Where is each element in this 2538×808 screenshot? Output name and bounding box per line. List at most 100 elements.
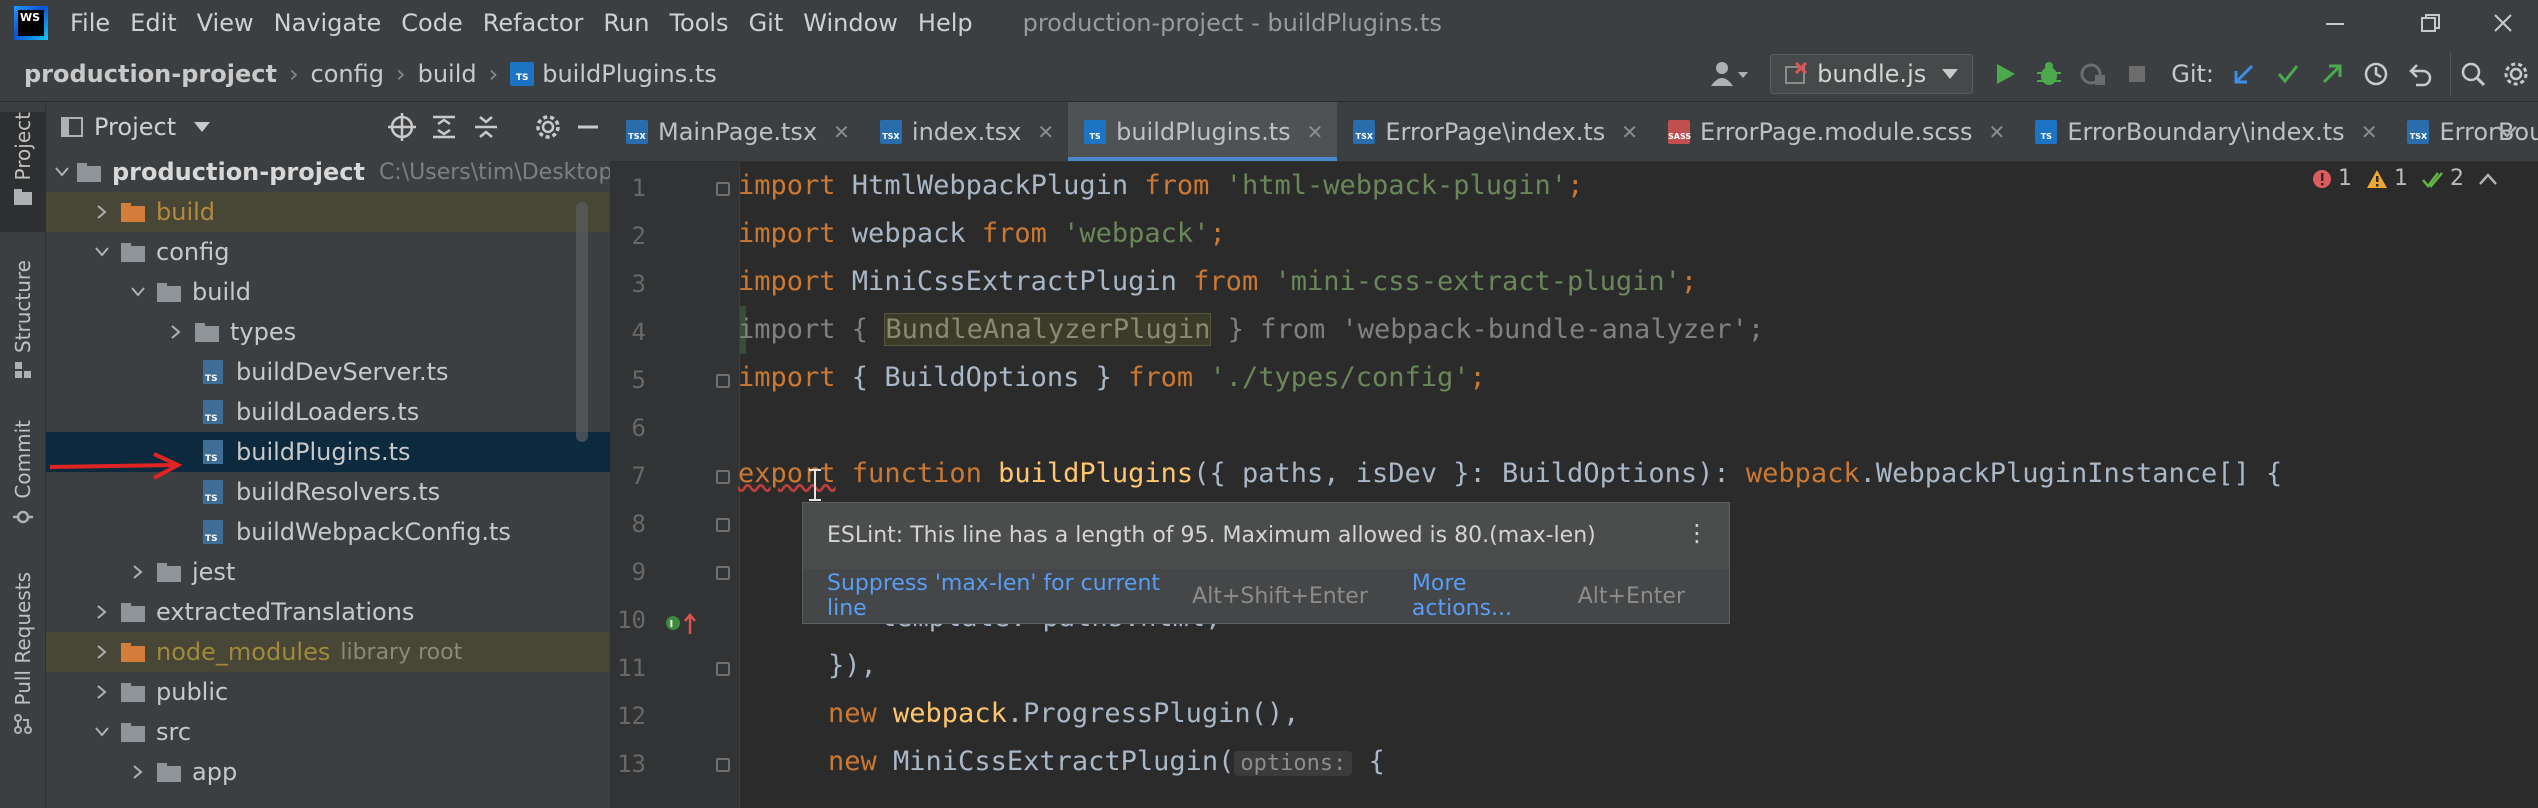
tree-item-types[interactable]: types: [46, 312, 610, 352]
tool-window-pull-requests[interactable]: Pull Requests: [0, 572, 46, 762]
fold-marker-icon[interactable]: [716, 518, 730, 532]
crosshair-icon[interactable]: [388, 113, 416, 141]
menu-help[interactable]: Help: [918, 9, 973, 37]
more-vertical-icon[interactable]: ⋮: [1685, 519, 1709, 547]
inspection-weak-warnings[interactable]: 2: [2422, 166, 2464, 191]
tree-item-node-modules[interactable]: node_modules library root: [46, 632, 610, 672]
expand-all-icon[interactable]: [430, 113, 458, 141]
tree-item-extracted-translations[interactable]: extractedTranslations: [46, 592, 610, 632]
menu-navigate[interactable]: Navigate: [274, 9, 382, 37]
tree-item-file[interactable]: TS buildLoaders.ts: [46, 392, 610, 432]
settings-button[interactable]: [2494, 52, 2538, 96]
tree-item-config-build[interactable]: build: [46, 272, 610, 312]
fold-marker-icon[interactable]: [716, 662, 730, 676]
breadcrumb-build[interactable]: build: [418, 60, 477, 88]
menu-edit[interactable]: Edit: [130, 9, 176, 37]
breadcrumb-file[interactable]: buildPlugins.ts: [542, 60, 717, 88]
tree-item-jest[interactable]: jest: [46, 552, 610, 592]
tabs-overflow-button[interactable]: [2496, 102, 2518, 162]
git-update-button[interactable]: [2222, 52, 2266, 96]
collapse-all-icon[interactable]: [472, 113, 500, 141]
fold-marker-icon[interactable]: [716, 566, 730, 580]
tool-window-commit[interactable]: Commit: [0, 420, 46, 540]
more-actions-link[interactable]: More actions...: [1412, 571, 1560, 621]
suppress-rule-link[interactable]: Suppress 'max-len' for current line: [827, 571, 1174, 621]
git-push-button[interactable]: [2310, 52, 2354, 96]
close-icon[interactable]: ✕: [1037, 120, 1054, 144]
fold-marker-icon[interactable]: [716, 758, 730, 772]
project-tree-scrollbar[interactable]: [576, 202, 588, 442]
implementation-marker-icon[interactable]: I: [664, 610, 698, 636]
run-button[interactable]: [1983, 52, 2027, 96]
tree-item-config[interactable]: config: [46, 232, 610, 272]
tree-item-src[interactable]: src: [46, 712, 610, 752]
inspection-warnings[interactable]: 1: [2366, 166, 2408, 191]
minimize-panel-icon[interactable]: [576, 115, 600, 139]
git-commit-button[interactable]: [2266, 52, 2310, 96]
inspection-errors[interactable]: 1: [2312, 166, 2352, 191]
maximize-button[interactable]: [2395, 0, 2465, 46]
tree-item-build-excluded[interactable]: build: [46, 192, 610, 232]
fold-marker-icon[interactable]: [716, 470, 730, 484]
menu-git[interactable]: Git: [749, 9, 784, 37]
tree-item-file[interactable]: TS buildDevServer.ts: [46, 352, 610, 392]
tool-window-project[interactable]: Project: [0, 112, 46, 232]
collapsed-arrow-icon[interactable]: [90, 600, 114, 624]
tab-build-plugins[interactable]: TS buildPlugins.ts ✕: [1068, 102, 1338, 161]
collapsed-arrow-icon[interactable]: [90, 640, 114, 664]
tab-error-page-scss[interactable]: SASS ErrorPage.module.scss ✕: [1652, 102, 2019, 161]
expanded-arrow-icon[interactable]: [54, 160, 70, 184]
expanded-arrow-icon[interactable]: [90, 240, 114, 264]
collapsed-arrow-icon[interactable]: [126, 560, 150, 584]
chevron-up-icon[interactable]: [2478, 172, 2498, 186]
search-everywhere-button[interactable]: [2450, 52, 2494, 96]
git-history-button[interactable]: [2354, 52, 2398, 96]
close-icon[interactable]: ✕: [2361, 120, 2378, 144]
collapsed-arrow-icon[interactable]: [126, 760, 150, 784]
close-icon[interactable]: ✕: [1621, 120, 1638, 144]
menu-refactor[interactable]: Refactor: [483, 9, 584, 37]
tree-item-label: build: [192, 278, 252, 306]
tree-item-file[interactable]: TS buildWebpackConfig.ts: [46, 512, 610, 552]
run-configuration-select[interactable]: bundle.js: [1770, 54, 1974, 94]
stop-button[interactable]: [2115, 52, 2159, 96]
debug-button[interactable]: [2027, 52, 2071, 96]
close-window-button[interactable]: [2468, 0, 2538, 46]
tab-index-tsx[interactable]: TSX index.tsx ✕: [864, 102, 1068, 161]
close-icon[interactable]: ✕: [1989, 120, 2006, 144]
tab-error-boundary-index[interactable]: TS ErrorBoundary\index.ts ✕: [2019, 102, 2391, 161]
menu-run[interactable]: Run: [603, 9, 649, 37]
menu-tools[interactable]: Tools: [669, 9, 728, 37]
close-icon[interactable]: ✕: [1307, 120, 1324, 144]
breadcrumb-config[interactable]: config: [311, 60, 384, 88]
git-rollback-button[interactable]: [2398, 52, 2442, 96]
expanded-arrow-icon[interactable]: [90, 720, 114, 744]
gear-icon[interactable]: [534, 113, 562, 141]
expanded-arrow-icon[interactable]: [126, 280, 150, 304]
fold-marker-icon[interactable]: [716, 182, 730, 196]
collapsed-arrow-icon[interactable]: [90, 680, 114, 704]
menu-view[interactable]: View: [197, 9, 254, 37]
menu-window[interactable]: Window: [803, 9, 898, 37]
collapsed-arrow-icon[interactable]: [90, 200, 114, 224]
fold-marker-icon[interactable]: [716, 374, 730, 388]
collapsed-arrow-icon[interactable]: [164, 320, 188, 344]
tree-item-project-root[interactable]: production-project C:\Users\tim\Desktop\: [46, 152, 610, 192]
profile-button[interactable]: [2071, 52, 2115, 96]
webstorm-logo-icon[interactable]: WS: [14, 6, 48, 40]
minimize-button[interactable]: [2300, 0, 2370, 46]
tab-error-page-index[interactable]: TSX ErrorPage\index.ts ✕: [1337, 102, 1652, 161]
breadcrumb-project[interactable]: production-project: [24, 60, 277, 88]
tool-window-structure[interactable]: Structure: [0, 260, 46, 400]
menu-file[interactable]: File: [70, 9, 110, 37]
tab-main-page[interactable]: TSX MainPage.tsx ✕: [610, 102, 864, 161]
user-account-button[interactable]: [1700, 52, 1760, 96]
menu-code[interactable]: Code: [401, 9, 462, 37]
inspection-widget[interactable]: 1 1 2: [2312, 166, 2498, 191]
tree-item-public[interactable]: public: [46, 672, 610, 712]
code-editor[interactable]: 1 2 3 4 5 6 7 8 9 10 11 12 13 I 1 1 2 im…: [610, 162, 2538, 808]
chevron-down-icon[interactable]: [192, 120, 212, 134]
tree-item-app[interactable]: app: [46, 752, 610, 792]
close-icon[interactable]: ✕: [833, 120, 850, 144]
project-view-select[interactable]: Project: [94, 113, 176, 141]
